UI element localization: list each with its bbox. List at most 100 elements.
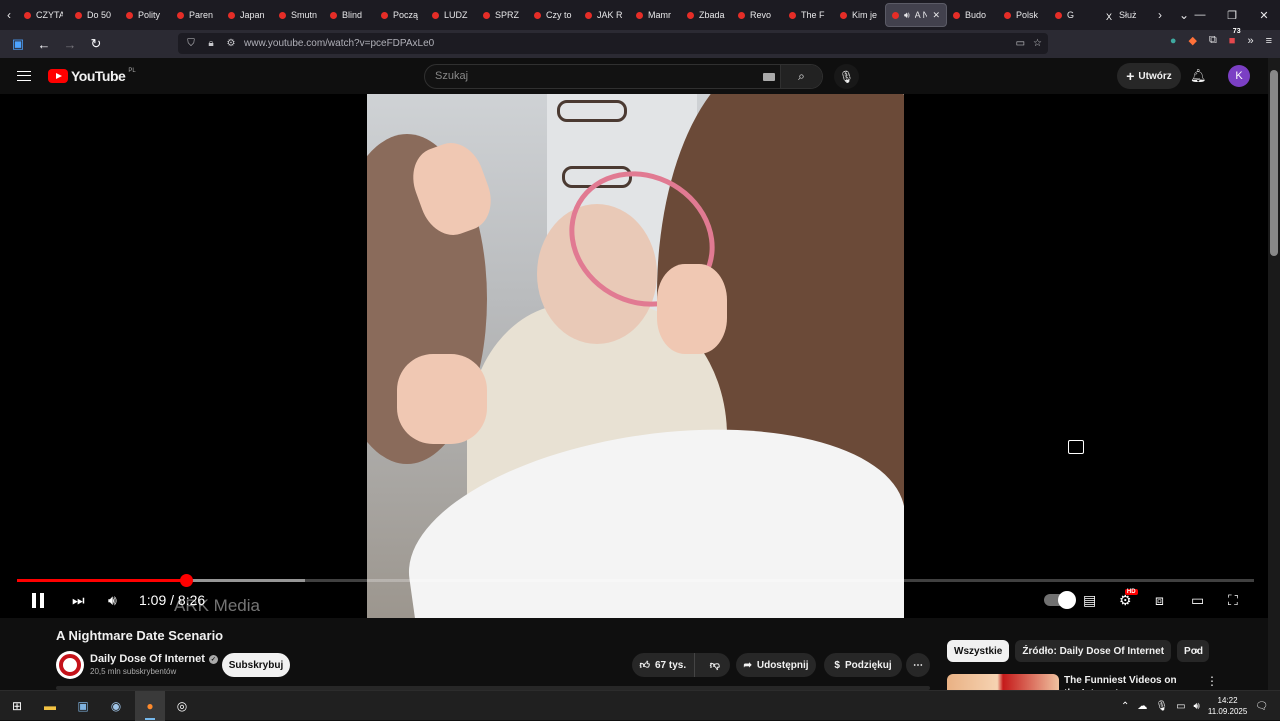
browser-tab[interactable]: 🔊︎ A N ✕ [885,3,947,27]
chip-all[interactable]: Wszystkie [947,640,1010,662]
browser-tab[interactable]: The F [783,0,834,30]
browser-tab[interactable]: Polity [120,0,171,30]
thanks-button[interactable]: $ Podziękuj [824,653,902,677]
forward-icon[interactable]: → [58,32,82,56]
page-scrollbar[interactable] [1268,58,1280,690]
youtube-logo[interactable]: YouTube PL [48,68,136,84]
search-input[interactable]: Szukaj [435,70,468,82]
create-button[interactable]: + Utwórz [1117,63,1181,89]
browser-tab[interactable]: Zbada [681,0,732,30]
browser-tab[interactable]: CZYTA [18,0,69,30]
tray-chevron-icon[interactable]: ⌃ [1121,701,1129,712]
recommended-thumbnail[interactable] [947,674,1059,690]
browser-tab[interactable]: JAK R [579,0,630,30]
dislike-button[interactable]: 👎︎ [700,659,730,671]
browser-tab[interactable]: LUDZ [426,0,477,30]
addon-badge-icon[interactable]: ■ 73 [1229,28,1241,47]
channel-name-row[interactable]: Daily Dose Of Internet ✓ [90,653,218,665]
browser-tab[interactable]: Smutn [273,0,324,30]
voice-search-mic-icon[interactable]: 🎙︎ [834,64,859,89]
sidebar-toggle-icon[interactable]: ▣ [6,32,30,56]
browser-tab[interactable]: Polsk [998,0,1049,30]
chip-related[interactable]: Pod [1177,640,1210,662]
miniplayer-button[interactable]: ⧈ [1155,588,1164,612]
search-button[interactable]: ⌕ [780,65,822,88]
share-button[interactable]: ➦ Udostępnij [736,653,816,677]
search-box[interactable]: Szukaj ⌕ [424,64,823,89]
settings-button[interactable]: ⚙ HD [1119,588,1138,612]
shield-icon[interactable]: ⛉ [184,37,198,51]
theater-mode-button[interactable]: ▭ [1191,588,1204,612]
onedrive-icon[interactable]: ☁ [1137,701,1147,712]
like-button[interactable]: 👍︎ 67 tys. [632,653,695,677]
clock[interactable]: 14:22 11.09.2025 [1208,695,1247,717]
autoplay-toggle[interactable] [1044,588,1076,612]
browser-tab[interactable]: Kim je [834,0,885,30]
fullscreen-button[interactable]: ⛶ [1228,588,1238,612]
reload-icon[interactable]: ↻ [84,32,108,56]
bookmark-star-icon[interactable]: ☆ [1033,38,1042,49]
progress-bar[interactable] [17,574,1254,587]
browser-tab[interactable]: Japan [222,0,273,30]
browser-tab[interactable]: Mamr [630,0,681,30]
overflow-chevron-icon[interactable]: » [1247,35,1253,47]
chips-next-chevron-icon[interactable]: › [1195,645,1199,657]
channel-name[interactable]: Daily Dose Of Internet [90,653,205,665]
speaker-icon[interactable]: 🔊︎ [1194,701,1200,712]
browser-tab[interactable]: Blind [324,0,375,30]
tab-scroll-right-icon[interactable]: › [1151,0,1169,30]
notifications-icon[interactable]: 🗨︎ [1255,701,1268,712]
browser-tab[interactable]: X Służ [1100,0,1151,30]
network-icon[interactable]: ▭ [1176,701,1185,712]
account-avatar[interactable]: K [1228,65,1250,87]
next-button[interactable]: ⏭︎ [72,588,85,612]
obs-icon[interactable]: ◎ [173,697,191,715]
browser-tab[interactable]: G [1049,0,1100,30]
pause-button[interactable] [32,588,48,612]
keyboard-icon[interactable] [763,73,775,81]
guide-menu-icon[interactable] [17,71,31,81]
scrollbar-thumb[interactable] [1270,70,1278,256]
volume-button[interactable]: 🔊︎ [108,588,117,612]
video-frame[interactable] [367,94,904,618]
back-icon[interactable]: ← [32,32,56,56]
browser-tab[interactable]: Czy to [528,0,579,30]
tab-audio-icon[interactable]: 🔊︎ [904,10,910,21]
more-actions-button[interactable]: ⋯ [906,653,930,677]
browser-tab[interactable]: Począ [375,0,426,30]
subtitles-button[interactable]: ▤ [1083,588,1096,612]
scrubber-knob[interactable] [179,574,193,587]
permissions-icon[interactable]: ⚙ [224,37,238,51]
app-menu-icon[interactable]: ≡ [1266,35,1272,47]
browser-tab[interactable]: Revo [732,0,783,30]
computer-icon[interactable]: ▣ [74,697,92,715]
extensions-icon[interactable]: ⧉ [1209,34,1217,47]
minimize-icon[interactable]: — [1184,0,1216,30]
url-text[interactable]: www.youtube.com/watch?v=pceFDPAxLe0 [244,38,434,49]
steam-icon[interactable]: ◉ [107,697,125,715]
miniplayer-expand-icon[interactable] [1068,440,1084,454]
tab-scroll-left-icon[interactable]: ‹ [0,0,18,30]
address-bar[interactable]: ⛉ 🔒︎ ⚙ www.youtube.com/watch?v=pceFDPAxL… [178,33,1048,54]
browser-tab[interactable]: SPRZ [477,0,528,30]
tab-close-icon[interactable]: ✕ [932,10,940,21]
lock-icon[interactable]: 🔒︎ [204,37,218,51]
browser-tab[interactable]: Do 50 [69,0,120,30]
file-explorer-icon[interactable]: ▬ [41,697,59,715]
fox-extension-icon[interactable]: ◆ [1188,34,1196,47]
browser-tab[interactable]: Budo [947,0,998,30]
channel-avatar[interactable] [56,651,84,679]
chip-source[interactable]: Źródło: Daily Dose Of Internet [1015,640,1172,662]
vpn-extension-icon[interactable]: ● [1170,35,1177,47]
mic-tray-icon[interactable]: 🎙︎ [1155,701,1168,712]
recommended-more-icon[interactable]: ⋮ [1206,674,1218,688]
reader-view-icon[interactable]: ▭ [1016,38,1025,49]
subscribe-button[interactable]: Subskrybuj [222,653,290,677]
recommended-title[interactable]: The Funniest Videos on the Internet [1064,674,1194,690]
restore-icon[interactable]: ❐ [1216,0,1248,30]
notifications-bell-icon[interactable]: 🔔︎ [1190,68,1207,84]
close-icon[interactable]: ✕ [1248,0,1280,30]
browser-tab[interactable]: Paren [171,0,222,30]
windows-start-icon[interactable]: ⊞ [8,697,26,715]
video-player[interactable]: ⏭︎ 🔊︎ 1:09 / 8:26 ARK Media ▤ ⚙ HD ⧈ ▭ ⛶ [0,94,1268,618]
